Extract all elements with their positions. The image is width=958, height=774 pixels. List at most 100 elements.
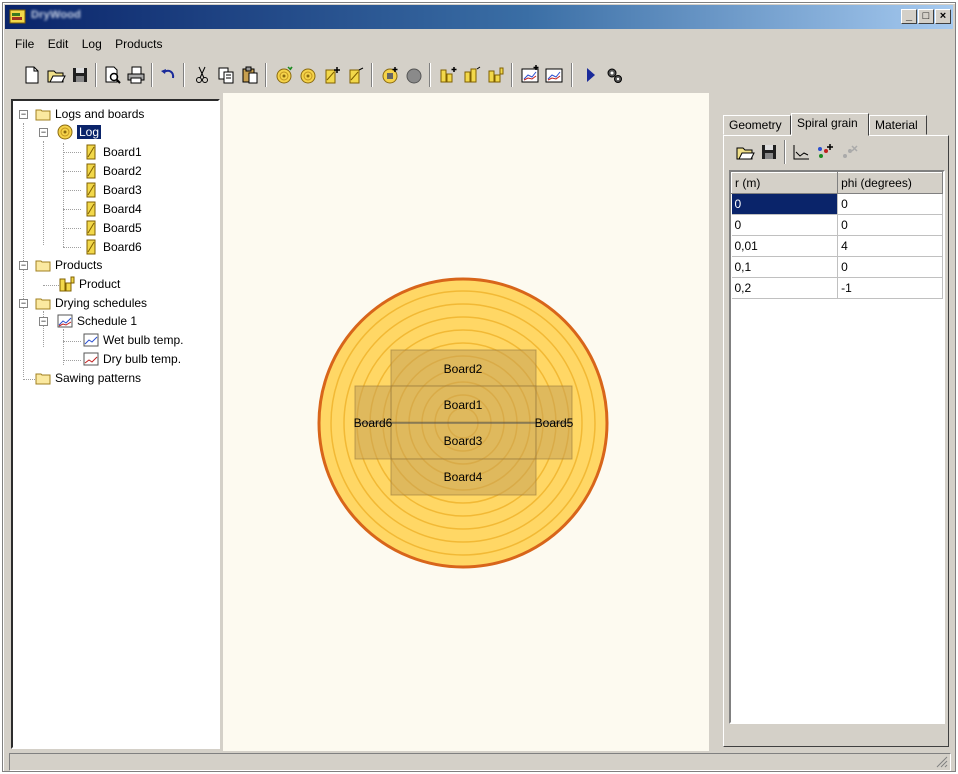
board-6-label: Board6 (354, 416, 393, 430)
add-schedule-icon[interactable] (519, 63, 541, 87)
open-folder-icon[interactable] (45, 63, 67, 87)
log-icon (57, 124, 73, 140)
close-button[interactable]: × (935, 9, 951, 24)
chart-icon[interactable] (790, 140, 812, 164)
cell-phi[interactable]: 0 (837, 256, 943, 278)
board-4-label: Board4 (444, 470, 483, 484)
tree-label: Board5 (103, 221, 142, 235)
board-layout-icon[interactable] (485, 63, 507, 87)
tree-label: Sawing patterns (55, 371, 142, 385)
expander-schedules[interactable]: − (19, 299, 28, 308)
save-icon[interactable] (758, 140, 780, 164)
project-tree[interactable]: − Logs and boards − Log Board1 Board2 Bo… (11, 99, 220, 749)
expander-logs[interactable]: − (19, 110, 28, 119)
board-5-label: Board5 (535, 416, 574, 430)
tab-spiral-grain[interactable]: Spiral grain (791, 113, 869, 136)
menu-file[interactable]: File (15, 37, 34, 51)
log-icon[interactable] (297, 63, 319, 87)
expander-schedule-1[interactable]: − (39, 317, 48, 326)
table-row[interactable]: 0,01 4 (731, 235, 943, 257)
tree-label: Logs and boards (55, 107, 145, 121)
board-pattern-icon[interactable] (461, 63, 483, 87)
add-point-icon[interactable] (814, 140, 836, 164)
folder-icon (35, 257, 51, 273)
cell-phi[interactable]: 4 (837, 235, 943, 257)
tab-geometry[interactable]: Geometry (723, 115, 791, 135)
expander-products[interactable]: − (19, 261, 28, 270)
cell-r[interactable]: 0 (731, 193, 839, 215)
table-row[interactable]: 0 0 (731, 214, 943, 236)
tab-material[interactable]: Material (869, 115, 927, 135)
copy-icon[interactable] (215, 63, 237, 87)
maximize-button[interactable]: □ (918, 9, 934, 24)
new-file-icon[interactable] (21, 63, 43, 87)
title-bar[interactable]: DryWood _ □ × (5, 5, 953, 29)
cell-r[interactable]: 0,01 (731, 235, 839, 257)
column-header-phi[interactable]: phi (degrees) (837, 172, 943, 194)
cut-icon[interactable] (191, 63, 213, 87)
settings-icon[interactable] (603, 63, 625, 87)
table-row[interactable]: 0 0 (731, 193, 943, 215)
tree-label: Drying schedules (55, 296, 148, 310)
open-folder-icon[interactable] (734, 140, 756, 164)
log-canvas[interactable]: Board1 Board2 Board3 Board4 Board5 Board… (223, 93, 709, 751)
table-row[interactable]: 0,1 0 (731, 256, 943, 278)
run-icon[interactable] (579, 63, 601, 87)
print-preview-icon[interactable] (101, 63, 123, 87)
folder-icon (35, 106, 51, 122)
product-icon (59, 276, 75, 292)
cell-r[interactable]: 0 (731, 214, 839, 236)
tree-label: Products (55, 258, 103, 272)
tab-label: Geometry (729, 118, 782, 132)
cell-phi[interactable]: 0 (837, 214, 943, 236)
print-icon[interactable] (125, 63, 147, 87)
board-icon (83, 144, 99, 160)
cell-phi[interactable]: -1 (837, 277, 943, 299)
tree-label: Dry bulb temp. (103, 352, 182, 366)
board-icon[interactable] (345, 63, 367, 87)
board-2-label: Board2 (444, 362, 483, 376)
board-icon (83, 220, 99, 236)
minimize-button[interactable]: _ (901, 9, 917, 24)
resize-grip-icon[interactable] (936, 756, 948, 768)
save-icon[interactable] (69, 63, 91, 87)
column-header-r[interactable]: r (m) (730, 172, 839, 194)
status-bar (9, 753, 951, 771)
app-window: DryWood _ □ × File Edit Log Products − L… (2, 2, 956, 772)
tab-label: Material (875, 118, 918, 132)
remove-point-icon[interactable] (838, 140, 860, 164)
table-row[interactable]: 0,2 -1 (731, 277, 943, 299)
tree-label: Board1 (103, 145, 142, 159)
menu-edit[interactable]: Edit (48, 37, 69, 51)
board-icon (83, 239, 99, 255)
add-product-icon[interactable] (379, 63, 401, 87)
cell-r[interactable]: 0,2 (731, 277, 839, 299)
add-log-icon[interactable] (273, 63, 295, 87)
tab-content: r (m) phi (degrees) 0 0 0 0 0,01 4 0,1 0… (723, 135, 949, 747)
chart-icon (83, 332, 99, 348)
tab-strip: Geometry Spiral grain Material (723, 113, 943, 136)
app-icon (9, 8, 27, 26)
grid-toolbar (728, 140, 928, 166)
cell-r[interactable]: 0,1 (731, 256, 839, 278)
add-board-pattern-icon[interactable] (437, 63, 459, 87)
board-icon (83, 163, 99, 179)
board-3-label: Board3 (444, 434, 483, 448)
cell-phi[interactable]: 0 (837, 193, 943, 215)
spiral-grain-grid[interactable]: r (m) phi (degrees) 0 0 0 0 0,01 4 0,1 0… (729, 170, 945, 724)
tab-label: Spiral grain (797, 116, 858, 130)
expander-log[interactable]: − (39, 128, 48, 137)
paste-icon[interactable] (239, 63, 261, 87)
menu-products[interactable]: Products (115, 37, 162, 51)
product-icon[interactable] (403, 63, 425, 87)
log-cross-section: Board1 Board2 Board3 Board4 Board5 Board… (317, 277, 609, 569)
board-1-label: Board1 (444, 398, 483, 412)
tree-label: Board2 (103, 164, 142, 178)
tree-label: Product (79, 277, 121, 291)
add-board-icon[interactable] (321, 63, 343, 87)
undo-icon[interactable] (157, 63, 179, 87)
schedule-icon[interactable] (543, 63, 565, 87)
menu-log[interactable]: Log (82, 37, 102, 51)
board-icon (83, 182, 99, 198)
tree-label: Board4 (103, 202, 142, 216)
